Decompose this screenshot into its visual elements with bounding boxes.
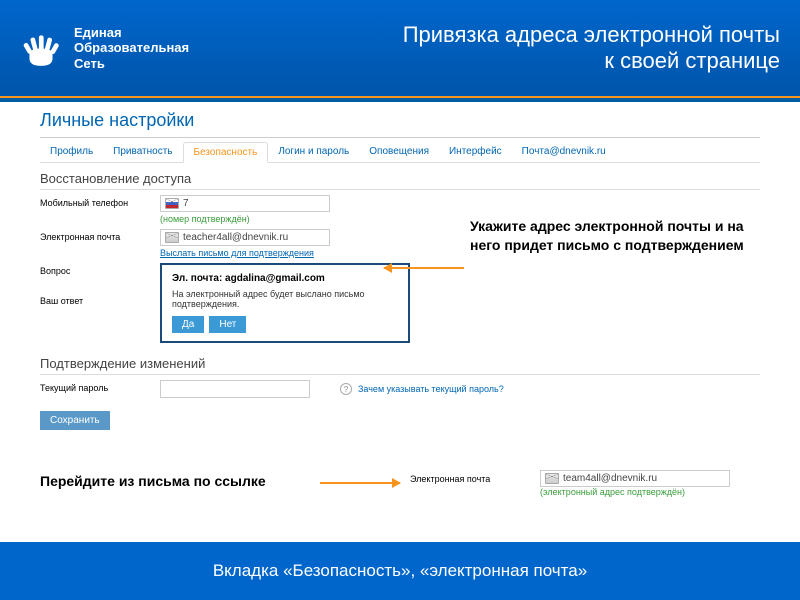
phone-value: 7 (183, 198, 189, 209)
brand-line2: Образовательная (74, 40, 189, 56)
confirmed-email-input[interactable]: team4all@dnevnik.ru (540, 470, 730, 487)
header-title-l1: Привязка адреса электронной почты (403, 22, 780, 48)
popup-title: Эл. почта: agdalina@gmail.com (172, 273, 398, 284)
tab-mail[interactable]: Почта@dnevnik.ru (512, 142, 616, 162)
question-label: Вопрос (40, 263, 150, 276)
help-icon[interactable]: ? (340, 383, 352, 395)
page-title: Личные настройки (40, 110, 760, 131)
email-confirm-popup: Эл. почта: agdalina@gmail.com На электро… (160, 263, 410, 343)
password-label: Текущий пароль (40, 380, 150, 393)
confirmed-email-area: Электронная почта team4all@dnevnik.ru (э… (410, 470, 730, 497)
confirmed-email-value: team4all@dnevnik.ru (563, 473, 657, 484)
section-confirm-title: Подтверждение изменений (40, 356, 760, 375)
envelope-icon (545, 473, 559, 484)
email-value: teacher4all@dnevnik.ru (183, 232, 288, 243)
header-title-l2: к своей странице (403, 48, 780, 74)
footer-caption: Вкладка «Безопасность», «электронная поч… (0, 542, 800, 600)
arrow-1 (384, 267, 464, 269)
tab-notifications[interactable]: Оповещения (359, 142, 439, 162)
callout-1: Укажите адрес электронной почты и на нег… (470, 217, 760, 255)
answer-label: Ваш ответ (40, 293, 150, 306)
confirmed-email-hint: (электронный адрес подтверждён) (540, 487, 730, 497)
tab-login[interactable]: Логин и пароль (268, 142, 359, 162)
phone-label: Мобильный телефон (40, 195, 150, 208)
tab-interface[interactable]: Интерфейс (439, 142, 512, 162)
email-label: Электронная почта (40, 229, 150, 242)
tab-profile[interactable]: Профиль (40, 142, 103, 162)
popup-text: На электронный адрес будет выслано письм… (172, 289, 398, 309)
tabs: Профиль Приватность Безопасность Логин и… (40, 142, 760, 163)
tab-privacy[interactable]: Приватность (103, 142, 182, 162)
popup-yes-button[interactable]: Да (172, 316, 204, 333)
help-link[interactable]: Зачем указывать текущий пароль? (358, 384, 504, 394)
phone-input[interactable]: 7 (160, 195, 330, 212)
brand-line1: Единая (74, 25, 189, 41)
email-input[interactable]: teacher4all@dnevnik.ru (160, 229, 330, 246)
save-button[interactable]: Сохранить (40, 411, 110, 430)
header-title: Привязка адреса электронной почты к свое… (403, 22, 780, 74)
section-recovery-title: Восстановление доступа (40, 171, 760, 190)
confirmed-email-label: Электронная почта (410, 474, 530, 484)
brand-line3: Сеть (74, 56, 189, 72)
hand-icon (20, 27, 62, 69)
envelope-icon (165, 232, 179, 243)
tab-security[interactable]: Безопасность (183, 142, 269, 163)
brand-logo: Единая Образовательная Сеть (20, 25, 189, 72)
password-input[interactable] (160, 380, 310, 398)
arrow-2 (320, 482, 400, 484)
popup-no-button[interactable]: Нет (209, 316, 246, 333)
phone-flag-icon (165, 198, 179, 209)
divider (40, 137, 760, 138)
